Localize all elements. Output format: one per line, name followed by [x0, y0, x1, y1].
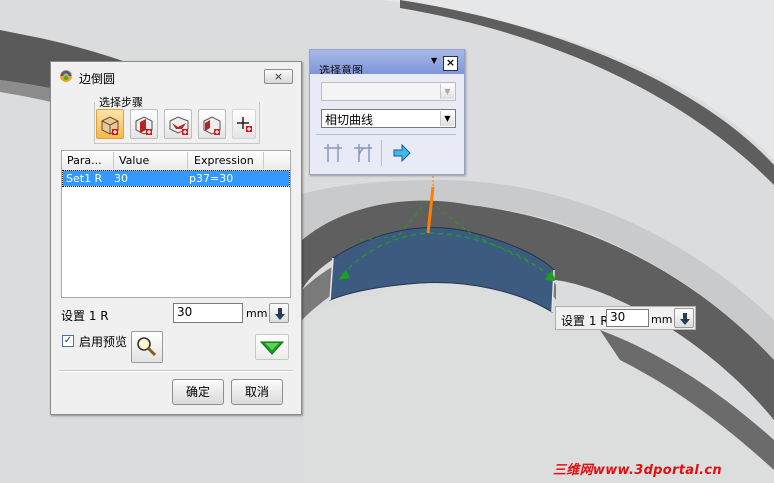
point-button[interactable]	[232, 109, 256, 139]
edge-select-button[interactable]	[96, 109, 124, 139]
toolbar-title: 选择意图	[319, 64, 363, 74]
edge-select-icon	[101, 116, 119, 135]
table-header: Para... Value Expression	[62, 151, 290, 171]
radius-input[interactable]: 30	[173, 303, 243, 323]
edge-blend-dialog: 边倒圆 × 选择步骤 Para... Value Expression Set1…	[50, 61, 302, 415]
chevron-down-icon[interactable]: ▼	[440, 111, 454, 126]
collapse-button[interactable]	[255, 334, 289, 360]
radius-label: 设置 1 R	[61, 309, 109, 323]
on-screen-radius-unit: mm	[651, 313, 673, 326]
filter-combo: ▼	[321, 82, 456, 101]
watermark: 三维网www.3dportal.cn	[553, 463, 722, 478]
column-header-expression[interactable]: Expression	[194, 154, 254, 167]
preview-checkbox[interactable]: ✓	[62, 335, 74, 347]
point-icon	[237, 117, 252, 132]
arrow-down-icon	[680, 313, 690, 325]
column-divider[interactable]	[187, 152, 188, 169]
dialog-title: 边倒圆	[79, 72, 116, 86]
dialog-titlebar[interactable]: 边倒圆 ×	[51, 62, 301, 90]
arrow-right-icon[interactable]	[391, 142, 413, 164]
setback-icon	[169, 116, 189, 135]
column-header-param[interactable]: Para...	[67, 154, 102, 167]
blend-face-icon	[135, 116, 153, 135]
on-screen-radius-label: 设置 1 R	[561, 314, 609, 328]
column-divider[interactable]	[263, 152, 264, 169]
cell-param: Set1 R	[66, 172, 103, 185]
magnifier-icon	[137, 337, 157, 357]
radius-options-button[interactable]	[269, 303, 289, 323]
chevron-down-icon: ▼	[440, 84, 454, 99]
ok-button[interactable]: 确定	[172, 379, 224, 405]
selection-intent-toolbar: 选择意图 ▼ × ▼ 相切曲线 ▼	[309, 49, 465, 175]
dropdown-menu-icon[interactable]: ▼	[431, 56, 437, 65]
on-screen-options-button[interactable]	[674, 308, 694, 328]
cancel-button[interactable]: 取消	[231, 379, 283, 405]
blend-face-button[interactable]	[130, 109, 158, 139]
follow-fillet-icon[interactable]	[352, 142, 374, 164]
table-row[interactable]: Set1 R 30 p37=30	[62, 170, 290, 187]
curve-rule-combo[interactable]: 相切曲线 ▼	[321, 109, 456, 128]
column-divider[interactable]	[113, 152, 114, 169]
toolbar-titlebar[interactable]: 选择意图 ▼ ×	[310, 50, 464, 74]
stop-short-icon	[203, 116, 221, 135]
on-screen-input: 设置 1 R 30 mm	[555, 306, 696, 330]
stop-short-button[interactable]	[198, 109, 226, 139]
arrow-down-icon	[275, 308, 285, 320]
setback-button[interactable]	[164, 109, 192, 139]
divider	[59, 370, 293, 372]
close-button[interactable]: ×	[264, 69, 293, 84]
on-screen-radius-input[interactable]: 30	[606, 309, 649, 327]
cell-expression: p37=30	[189, 172, 234, 185]
stop-at-intersection-icon[interactable]	[322, 142, 344, 164]
column-header-value[interactable]: Value	[119, 154, 149, 167]
radius-unit: mm	[246, 307, 268, 320]
app-logo-icon	[60, 70, 72, 82]
curve-rule-value: 相切曲线	[325, 113, 374, 127]
show-result-button[interactable]	[131, 331, 163, 363]
parameter-table: Para... Value Expression Set1 R 30 p37=3…	[61, 150, 291, 298]
divider	[316, 134, 456, 135]
divider	[381, 140, 382, 166]
preview-checkbox-label: 启用预览	[79, 335, 128, 349]
triangle-down-icon	[259, 341, 285, 355]
toolbar-close-button[interactable]: ×	[443, 56, 458, 71]
cell-value: 30	[114, 172, 128, 185]
